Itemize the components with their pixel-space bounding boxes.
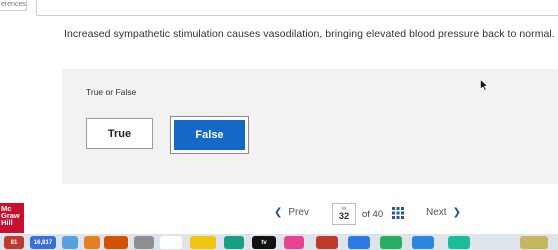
mcgraw-hill-logo: Mc Graw Hill: [0, 203, 24, 233]
prev-button[interactable]: ❮ Prev: [274, 207, 309, 218]
prev-label: Prev: [288, 207, 309, 218]
logo-line-3: Hill: [1, 218, 13, 227]
dock-app-10-icon[interactable]: tv: [252, 236, 276, 249]
dock: 81 16,817 tv: [0, 234, 558, 250]
dock-app-11-icon[interactable]: [284, 236, 304, 249]
dock-app-12-icon[interactable]: [316, 236, 338, 249]
dock-app-7-icon[interactable]: [160, 236, 182, 249]
dock-app-14-icon[interactable]: [380, 236, 402, 249]
mouse-cursor-icon: [480, 79, 488, 91]
dock-app-2-icon[interactable]: 16,817: [30, 236, 56, 249]
dock-app-1-icon[interactable]: 81: [4, 236, 24, 249]
dock-app-13-icon[interactable]: [348, 236, 370, 249]
top-content-box: [36, 0, 558, 16]
chevron-left-icon: ❮: [274, 207, 283, 218]
screen: erences Increased sympathetic stimulatio…: [0, 0, 558, 250]
true-button[interactable]: True: [86, 118, 153, 149]
dock-app-3-icon[interactable]: [62, 236, 78, 249]
dock-app-9-icon[interactable]: [224, 236, 244, 249]
false-button[interactable]: False: [174, 120, 245, 150]
page-total: of 40: [362, 209, 384, 220]
dock-app-17-icon[interactable]: [520, 236, 548, 249]
dock-app-16-icon[interactable]: [448, 236, 470, 249]
dock-app-5-icon[interactable]: [104, 236, 128, 249]
next-label: Next: [426, 207, 447, 218]
next-button[interactable]: Next ❯: [426, 207, 461, 218]
dock-app-8-icon[interactable]: [190, 236, 216, 249]
dock-app-4-icon[interactable]: [84, 236, 100, 249]
current-page: 32: [338, 211, 350, 222]
dock-app-15-icon[interactable]: [412, 236, 434, 249]
question-type-label: True or False: [86, 87, 137, 97]
references-tab[interactable]: erences: [0, 0, 27, 11]
question-text: Increased sympathetic stimulation causes…: [64, 28, 555, 40]
chevron-right-icon: ❯: [452, 207, 461, 218]
false-button-frame[interactable]: False: [170, 116, 249, 154]
dock-app-6-icon[interactable]: [134, 236, 154, 249]
grid-icon[interactable]: [392, 207, 404, 219]
page-selector[interactable]: ∞ 32: [332, 203, 356, 225]
